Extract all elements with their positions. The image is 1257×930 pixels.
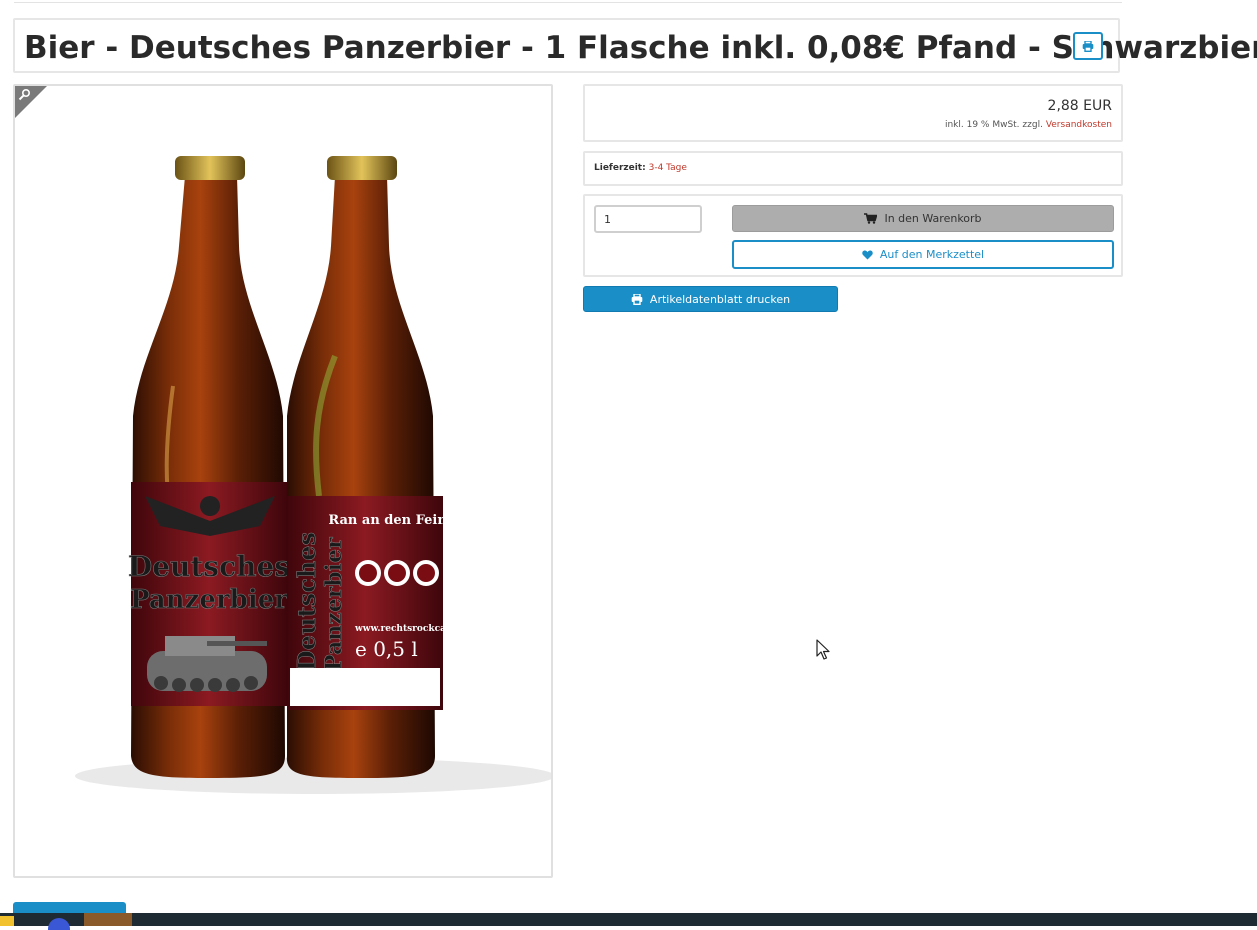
svg-text:www.rechtsrockcafe.de: www.rechtsrockcafe.de xyxy=(354,624,471,634)
cart-panel: In den Warenkorb Auf den Merkzettel xyxy=(583,194,1123,277)
left-bottle: Deutsches Panzerbier xyxy=(128,156,290,778)
print-icon xyxy=(1082,40,1094,52)
delivery-time: 3-4 Tage xyxy=(648,163,687,173)
add-to-cart-button[interactable]: In den Warenkorb xyxy=(732,205,1114,232)
print-datasheet-label: Artikeldatenblatt drucken xyxy=(649,292,791,306)
svg-text:Panzerbier: Panzerbier xyxy=(130,585,288,615)
print-icon xyxy=(631,293,643,305)
add-to-cart-label: In den Warenkorb xyxy=(884,212,982,225)
print-button[interactable] xyxy=(1073,32,1103,60)
svg-text:e 0,5 l: e 0,5 l xyxy=(355,637,418,661)
taskbar xyxy=(0,913,1257,926)
shipping-link[interactable]: Versandkosten xyxy=(1046,120,1112,130)
delivery-panel: Lieferzeit: 3-4 Tage xyxy=(583,151,1123,186)
svg-text:Deutsches: Deutsches xyxy=(292,532,321,671)
wishlist-label: Auf den Merkzettel xyxy=(879,248,985,261)
product-image-frame[interactable]: Deutsches Panzerbier Deutsches Panzerbie… xyxy=(13,84,553,878)
heart-icon xyxy=(862,250,873,259)
right-bottle: Deutsches Panzerbier Ran an den Feind! w… xyxy=(286,156,471,778)
taskbar-active-app[interactable] xyxy=(84,913,132,926)
cursor-icon xyxy=(816,639,830,660)
svg-text:Panzerbier: Panzerbier xyxy=(321,537,347,671)
tax-text: inkl. 19 % MwSt. zzgl. xyxy=(944,120,1043,130)
top-divider xyxy=(14,0,1122,3)
delivery-label: Lieferzeit: xyxy=(594,163,646,173)
product-price: 2,88 EUR xyxy=(1047,98,1112,114)
svg-text:Deutsches: Deutsches xyxy=(128,550,290,583)
title-panel: Bier - Deutsches Panzerbier - 1 Flasche … xyxy=(13,18,1257,73)
svg-text:Ran an den Feind!: Ran an den Feind! xyxy=(328,513,461,528)
tax-note: inkl. 19 % MwSt. zzgl. Versandkosten xyxy=(945,120,1112,130)
taskbar-app-icon[interactable] xyxy=(0,916,14,926)
print-datasheet-button[interactable]: Artikeldatenblatt drucken xyxy=(583,286,838,312)
wishlist-button[interactable]: Auf den Merkzettel xyxy=(732,240,1114,269)
delivery-info: Lieferzeit: 3-4 Tage xyxy=(594,163,687,173)
product-image: Deutsches Panzerbier Deutsches Panzerbie… xyxy=(75,156,551,794)
price-panel: 2,88 EUR inkl. 19 % MwSt. zzgl. Versandk… xyxy=(583,84,1123,142)
cart-icon xyxy=(864,213,878,224)
quantity-input[interactable] xyxy=(594,205,702,233)
